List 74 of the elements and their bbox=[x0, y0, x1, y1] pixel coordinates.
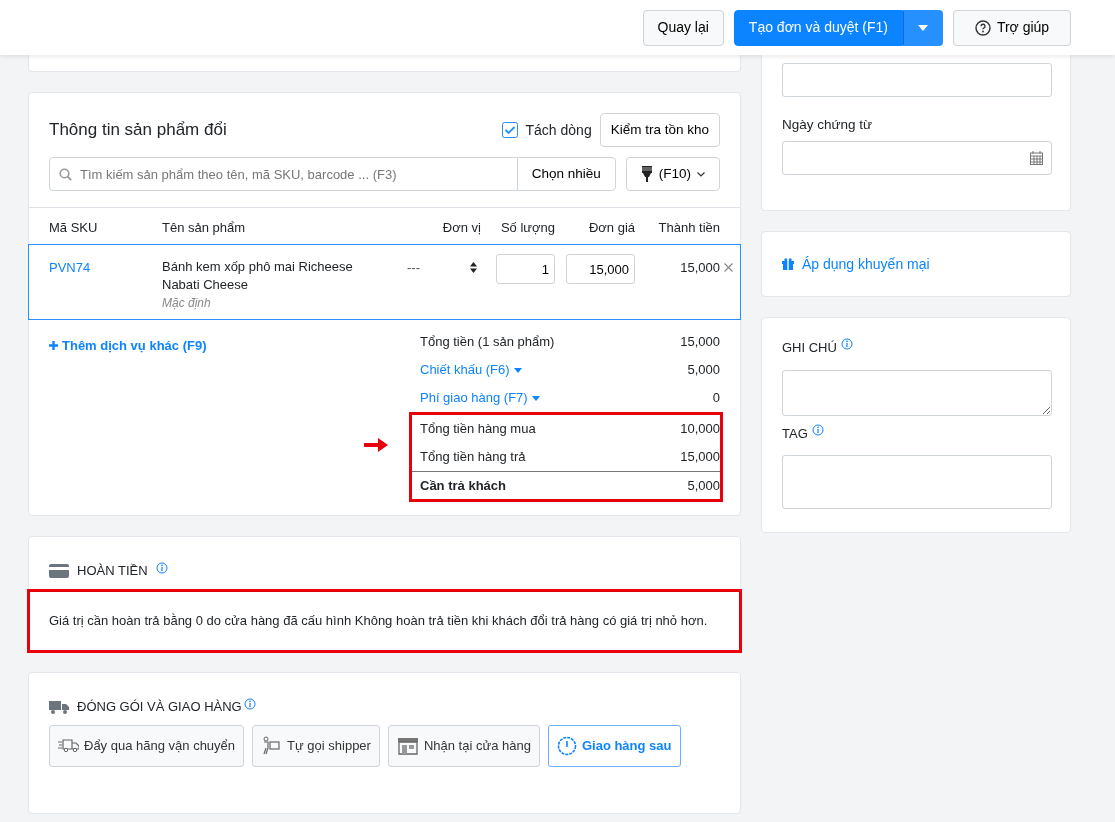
table-row[interactable]: PVN74 Bánh kem xốp phô mai Richeese Nabati Cheese Mặc định --- 1 15,000 15,000 bbox=[28, 244, 741, 320]
add-service-link[interactable]: Thêm dịch vụ khác (F9) bbox=[49, 336, 207, 356]
delivery-option-button[interactable]: Giao hàng sau bbox=[547, 724, 681, 767]
caret-icon bbox=[513, 367, 522, 373]
calendar-icon bbox=[1030, 151, 1043, 166]
column-header: Đơn giá bbox=[587, 219, 635, 237]
caret-icon bbox=[531, 395, 540, 401]
info-icon bbox=[155, 561, 168, 574]
summary-label: Cần trả khách bbox=[420, 476, 506, 495]
info-icon bbox=[840, 338, 853, 350]
search-field[interactable]: Tìm kiếm sản phẩm theo tên, mã SKU, barcode ... (F3) bbox=[49, 157, 518, 191]
summary-link[interactable]: Chiết khấu (F6) bbox=[420, 360, 522, 380]
column-header: Mã SKU bbox=[49, 219, 99, 237]
arrow-icon bbox=[364, 438, 388, 452]
price-field[interactable]: 15,000 bbox=[566, 254, 635, 284]
filter-button[interactable]: (F10) bbox=[625, 157, 720, 191]
product-name: Bánh kem xốp phô mai Richeese Nabati Cheese bbox=[162, 258, 354, 294]
card-icon bbox=[49, 563, 69, 578]
line-total: 15,000 bbox=[680, 259, 720, 277]
reference-field[interactable] bbox=[782, 63, 1052, 97]
promotion-link[interactable]: Áp dụng khuyến mại bbox=[782, 253, 930, 275]
close-icon bbox=[724, 263, 733, 273]
refund-message: Giá trị cần hoàn trả bằng 0 do cửa hàng đã cấu hình Không hoàn trả tiền khi khách đổi trả hàng có giá trị nhỏ hơn. bbox=[29, 590, 740, 651]
section-title: HOÀN TIỀN bbox=[77, 562, 148, 580]
card-title: Thông tin sản phẩm đổi bbox=[49, 119, 227, 142]
quantity-field[interactable]: 1 bbox=[496, 254, 555, 284]
summary-label: Tổng tiền hàng trả bbox=[420, 448, 526, 467]
courier-icon bbox=[261, 735, 283, 756]
storefront-icon bbox=[396, 735, 419, 756]
summary-label: Tổng tiền hàng mua bbox=[420, 420, 536, 439]
column-header: Số lượng bbox=[499, 219, 555, 237]
gift-icon bbox=[782, 258, 794, 270]
delivery-option-button[interactable]: Tự gọi shipper bbox=[252, 724, 380, 767]
variant-label: Mặc định bbox=[162, 295, 212, 312]
summary-label: Tổng tiền (1 sản phẩm) bbox=[420, 333, 555, 352]
unit-select[interactable]: --- bbox=[401, 258, 481, 278]
dropdown-button[interactable] bbox=[903, 9, 943, 46]
summary-value: 15,000 bbox=[680, 448, 720, 467]
sort-icon bbox=[470, 262, 477, 274]
create-approve-button[interactable]: Tạo đơn và duyệt (F1) bbox=[733, 9, 903, 46]
clock-icon bbox=[556, 735, 577, 756]
delivery-option-button[interactable]: Đẩy qua hãng vận chuyển bbox=[49, 724, 245, 767]
checkbox-label: Tách dòng bbox=[525, 120, 592, 140]
column-header: Đơn vị bbox=[441, 219, 481, 237]
help-icon bbox=[974, 19, 991, 36]
help-button[interactable]: Trợ giúp bbox=[953, 9, 1071, 46]
caret-icon bbox=[918, 24, 928, 31]
summary-value: 5,000 bbox=[687, 361, 720, 380]
summary-value: 10,000 bbox=[680, 420, 720, 439]
select-multiple-button[interactable]: Chọn nhiều bbox=[516, 157, 616, 191]
stock-check-button[interactable]: Kiểm tra tồn kho bbox=[599, 113, 720, 147]
tag-field[interactable] bbox=[782, 455, 1052, 509]
truck-icon bbox=[49, 699, 69, 714]
sku-link[interactable]: PVN74 bbox=[49, 258, 162, 278]
summary-value: 15,000 bbox=[680, 333, 720, 352]
column-header: Tên sản phẩm bbox=[162, 219, 247, 237]
note-field[interactable] bbox=[782, 369, 1052, 416]
summary-link[interactable]: Phí giao hàng (F7) bbox=[420, 388, 540, 408]
section-title: ĐÓNG GÓI VÀ GIAO HÀNG bbox=[77, 698, 242, 716]
plus-icon bbox=[49, 341, 58, 351]
back-button[interactable]: Quay lại bbox=[642, 9, 724, 46]
field-label: Ngày chứng từ bbox=[782, 116, 874, 134]
chevron-down-icon bbox=[697, 171, 705, 177]
info-icon bbox=[243, 697, 256, 710]
summary-value: 0 bbox=[712, 389, 720, 408]
field-label: GHI CHÚ bbox=[782, 339, 837, 357]
delivery-option-button[interactable]: Nhận tại cửa hàng bbox=[387, 724, 540, 767]
summary-value: 5,000 bbox=[687, 476, 720, 495]
info-icon bbox=[811, 423, 824, 436]
brush-icon bbox=[640, 166, 653, 182]
checkbox[interactable] bbox=[501, 122, 518, 138]
date-field[interactable] bbox=[782, 141, 1052, 176]
field-label: TAG bbox=[782, 424, 808, 443]
column-header: Thành tiền bbox=[657, 219, 720, 237]
